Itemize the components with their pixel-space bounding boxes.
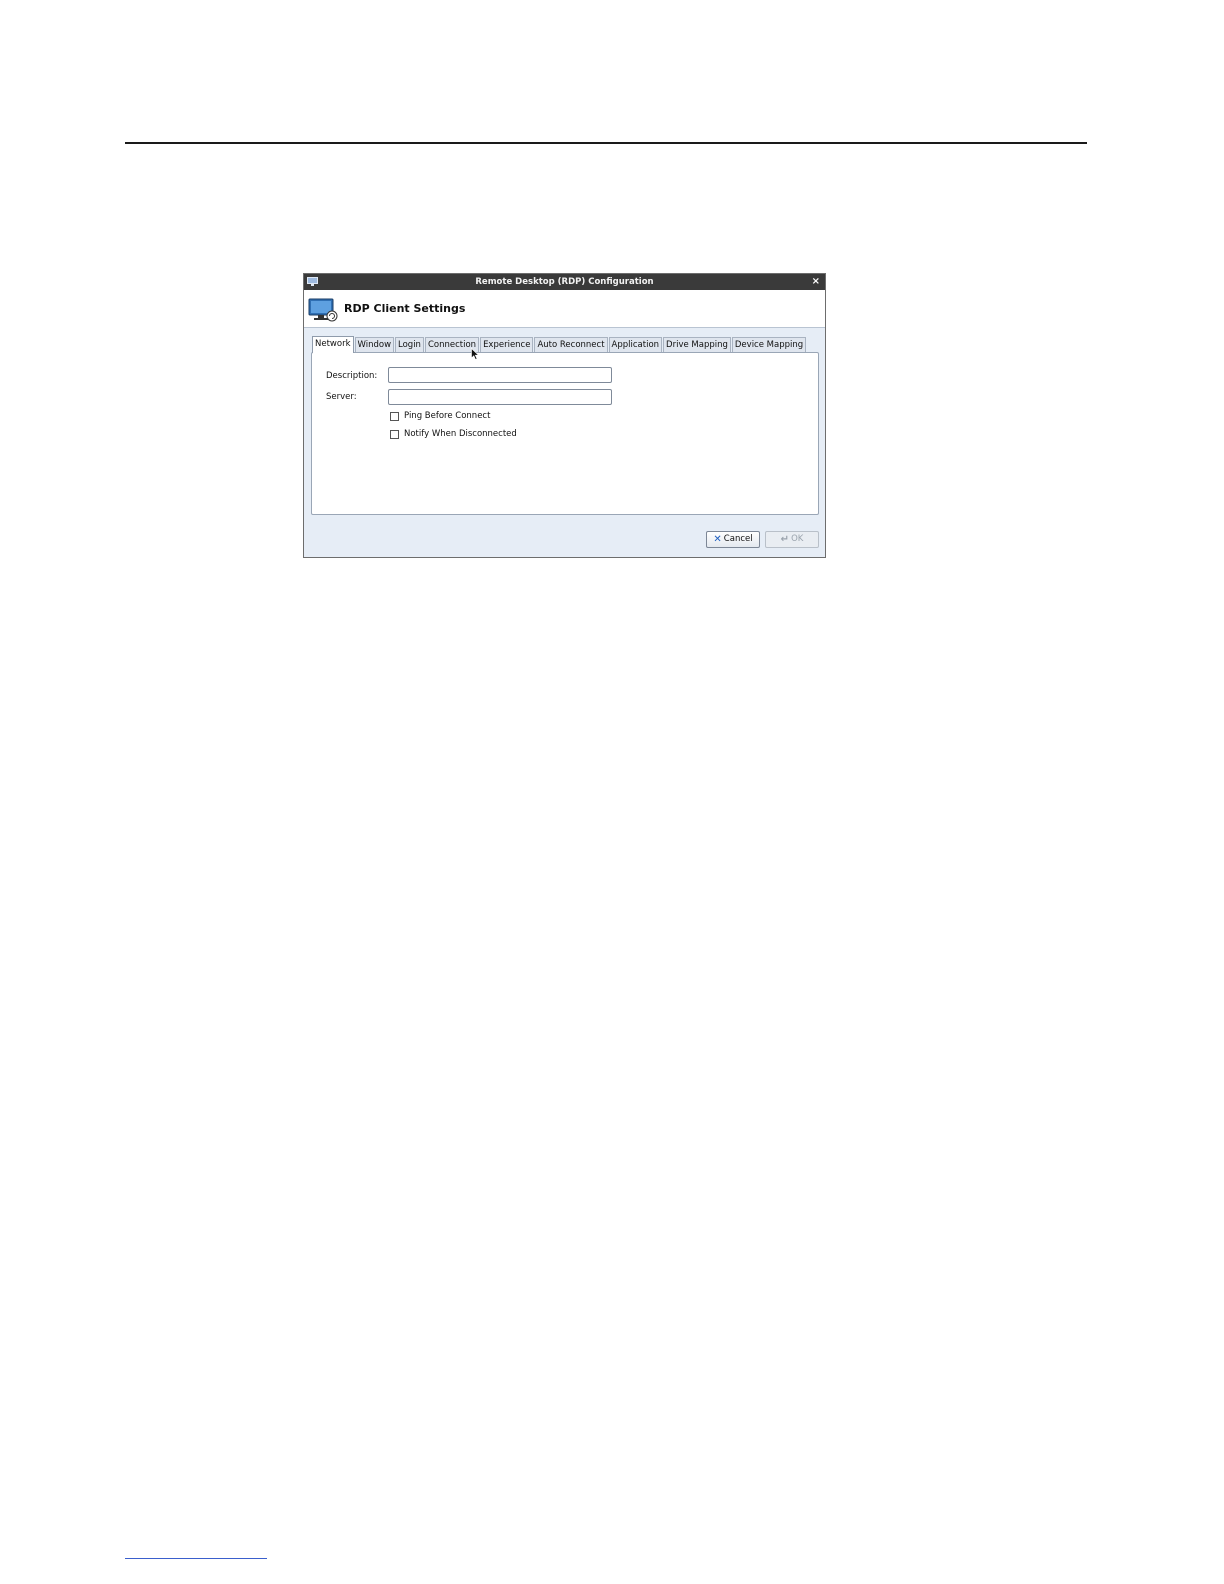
tab-window[interactable]: Window: [354, 337, 395, 352]
app-icon: [307, 277, 318, 286]
close-icon: ✕: [713, 534, 722, 545]
network-tab-panel: Description: Server: Ping Before Connect…: [311, 352, 819, 515]
description-label: Description:: [326, 371, 378, 381]
notify-when-disconnected-option[interactable]: Notify When Disconnected: [390, 429, 517, 439]
ok-button-label: OK: [791, 534, 804, 544]
description-field[interactable]: [388, 367, 612, 383]
tab-experience[interactable]: Experience: [480, 337, 534, 352]
mouse-pointer-icon: [471, 348, 479, 360]
monitor-icon: [308, 298, 338, 322]
ping-before-connect-checkbox[interactable]: [390, 411, 399, 421]
page-title: RDP Client Settings: [344, 302, 466, 315]
settings-tabs: Network Window Login Connection Experien…: [312, 336, 807, 353]
server-field[interactable]: [388, 389, 612, 405]
server-label: Server:: [326, 392, 357, 402]
tab-device-mapping[interactable]: Device Mapping: [731, 337, 807, 352]
ping-before-connect-option[interactable]: Ping Before Connect: [390, 411, 490, 421]
tab-application[interactable]: Application: [608, 337, 663, 352]
rdp-config-dialog: Remote Desktop (RDP) Configuration × RDP…: [303, 273, 826, 558]
enter-icon: ↵: [780, 534, 790, 545]
cancel-button[interactable]: ✕ Cancel: [706, 531, 760, 548]
dialog-header: RDP Client Settings: [304, 290, 825, 328]
notify-when-disconnected-checkbox[interactable]: [390, 429, 399, 439]
ping-before-connect-label: Ping Before Connect: [404, 411, 491, 421]
footnote-rule: [125, 1558, 267, 1559]
tab-auto-reconnect[interactable]: Auto Reconnect: [534, 337, 608, 352]
notify-when-disconnected-label: Notify When Disconnected: [404, 429, 517, 439]
page-header-rule: [125, 142, 1087, 144]
cancel-button-label: Cancel: [723, 534, 753, 544]
close-icon[interactable]: ×: [812, 274, 820, 290]
dialog-title: Remote Desktop (RDP) Configuration: [475, 277, 654, 287]
tab-login[interactable]: Login: [395, 337, 424, 352]
tab-drive-mapping[interactable]: Drive Mapping: [663, 337, 731, 352]
tab-network[interactable]: Network: [312, 336, 354, 353]
dialog-titlebar[interactable]: Remote Desktop (RDP) Configuration ×: [304, 274, 825, 290]
ok-button[interactable]: ↵ OK: [765, 531, 819, 548]
